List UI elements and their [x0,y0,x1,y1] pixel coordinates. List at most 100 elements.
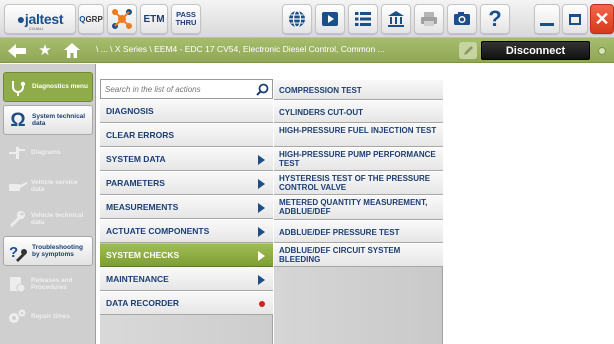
printer-icon [421,12,437,26]
gears-icon [7,307,27,327]
search-icon [256,83,269,96]
close-button[interactable]: ✕ [590,4,614,34]
action-label: ACTUATE COMPONENTS [106,226,210,236]
chevron-right-icon [258,203,265,213]
action-label: CLEAR ERRORS [106,130,175,140]
sidebar-item-label: System technical data [32,112,86,128]
actions-search-box [100,79,273,99]
print-button[interactable] [414,4,444,34]
run-button[interactable] [315,4,345,34]
oil-can-icon [7,176,27,196]
search-button[interactable] [255,82,270,96]
question-wrench-icon: ? [8,242,28,262]
sidebar-item-diagnostics-menu[interactable]: Diagnostics menu [3,72,93,102]
check-high-pressure-pump-performance-test[interactable]: HIGH-PRESSURE PUMP PERFORMANCE TEST [274,147,443,171]
left-sidebar: Diagnostics menu Ω System technical data… [0,64,96,344]
chevron-right-icon [258,251,265,261]
pass-thru-button[interactable]: PASS THRU [171,4,201,34]
camera-button[interactable] [447,4,477,34]
breadcrumb[interactable]: \ ... \ X Series \ EEM4 - EDC 17 CV54, E… [96,44,426,54]
etm-button[interactable]: ETM [140,4,168,34]
star-icon: ★ [38,42,52,59]
check-adblue-def-pressure-test[interactable]: ADBLUE/DEF PRESSURE TEST [274,220,443,243]
sidebar-item-label: Diagrams [31,149,61,157]
puzzle-icon [112,9,132,29]
sidebar-item-label: Troubleshooting by symptoms [32,243,83,259]
sidebar-item-troubleshooting-by-symptoms[interactable]: ? Troubleshooting by symptoms [3,236,93,266]
globe-icon [289,10,305,28]
action-system-data[interactable]: SYSTEM DATA [100,147,273,171]
maximize-button[interactable] [562,4,588,34]
sidebar-item-label: Repair times [31,313,71,321]
camera-icon [454,12,470,25]
check-label: HIGH-PRESSURE PUMP PERFORMANCE TEST [279,150,436,168]
action-data-recorder[interactable]: DATA RECORDER [100,291,273,315]
sidebar-item-releases-and-procedures[interactable]: Releases and Procedures [3,269,93,299]
jaltest-logo[interactable]: ●jaltest COJALI [4,4,76,34]
check-cylinders-cut-out[interactable]: CYLINDERS CUT-OUT [274,100,443,123]
help-icon: ? [488,6,502,31]
minimize-icon [540,22,554,26]
check-label: ADBLUE/DEF PRESSURE TEST [279,228,400,237]
stethoscope-icon [8,78,28,98]
action-diagnosis[interactable]: DIAGNOSIS [100,99,273,123]
sidebar-item-diagrams[interactable]: Diagrams [3,138,93,168]
check-label: HYSTERESIS TEST OF THE PRESSURE CONTROL … [279,174,431,192]
action-clear-errors[interactable]: CLEAR ERRORS [100,123,273,147]
maximize-icon [569,13,581,25]
help-button[interactable]: ? [480,4,510,34]
check-high-pressure-fuel-injection-test[interactable]: HIGH-PRESSURE FUEL INJECTION TEST [274,123,443,147]
sidebar-item-repair-times[interactable]: Repair times [3,302,93,332]
content-area [444,64,614,344]
navigation-bar: ★ \ ... \ X Series \ EEM4 - EDC 17 CV54,… [0,38,614,63]
logo-subtext: COJALI [29,26,44,31]
favorites-button[interactable]: ★ [36,43,54,58]
sidebar-item-label: Diagnostics menu [32,83,88,91]
list-button[interactable] [348,4,378,34]
actions-search-input[interactable] [105,83,245,96]
minimize-button[interactable] [534,4,560,34]
home-button[interactable] [63,43,81,58]
top-toolbar: ●jaltest COJALI Q GRP ETM PASS THRU ? ✕ [0,0,614,38]
grp-button[interactable]: Q GRP [78,4,104,34]
sidebar-item-system-technical-data[interactable]: Ω System technical data [3,105,93,135]
pencil-icon [464,45,473,55]
check-label: HIGH-PRESSURE FUEL INJECTION TEST [279,126,437,135]
action-system-checks[interactable]: SYSTEM CHECKS [100,243,273,267]
bank-button[interactable] [381,4,411,34]
check-label: COMPRESSION TEST [279,86,362,95]
action-label: MEASUREMENTS [106,202,179,212]
action-label: SYSTEM CHECKS [106,250,180,260]
actions-menu: DIAGNOSIS CLEAR ERRORS SYSTEM DATA PARAM… [100,99,273,344]
logo-text: ●jaltest [16,11,64,27]
action-label: SYSTEM DATA [106,154,166,164]
check-hysteresis-test-pressure-control-valve[interactable]: HYSTERESIS TEST OF THE PRESSURE CONTROL … [274,171,443,195]
check-label: CYLINDERS CUT-OUT [279,108,363,117]
back-arrow-icon [8,43,26,58]
check-adblue-def-circuit-system-bleeding[interactable]: ADBLUE/DEF CIRCUIT SYSTEM BLEEDING [274,243,443,267]
chevron-right-icon [258,155,265,165]
sidebar-item-vehicle-technical-data[interactable]: Vehicle technical data [3,204,93,234]
action-actuate-components[interactable]: ACTUATE COMPONENTS [100,219,273,243]
globe-button[interactable] [282,4,312,34]
action-parameters[interactable]: PARAMETERS [100,171,273,195]
check-metered-quantity-measurement[interactable]: METERED QUANTITY MEASUREMENT, ADBLUE/DEF [274,195,443,220]
chevron-right-icon [258,227,265,237]
edit-button[interactable] [459,42,477,59]
list-icon [355,12,371,26]
sidebar-item-vehicle-service-data[interactable]: Vehicle service data [3,171,93,201]
puzzle-button[interactable] [107,4,137,34]
action-label: PARAMETERS [106,178,165,188]
connection-status-indicator [598,47,606,55]
procedures-icon [7,274,27,294]
action-measurements[interactable]: MEASUREMENTS [100,195,273,219]
wrench-icon [7,209,27,229]
disconnect-button[interactable]: Disconnect [481,41,590,60]
svg-text:?: ? [9,244,18,261]
chevron-right-icon [258,179,265,189]
back-button[interactable] [8,43,26,58]
action-maintenance[interactable]: MAINTENANCE [100,267,273,291]
sidebar-item-label: Vehicle service data [31,178,78,194]
chevron-right-icon [258,275,265,285]
check-compression-test[interactable]: COMPRESSION TEST [274,79,443,100]
